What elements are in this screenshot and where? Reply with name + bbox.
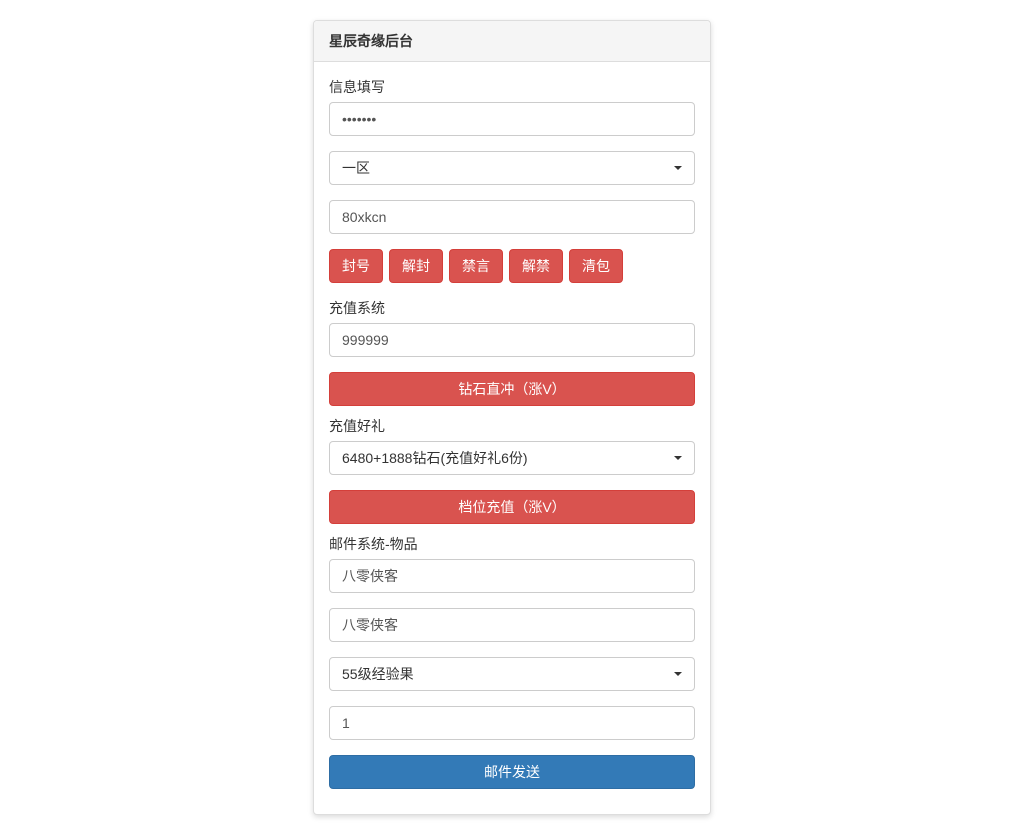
diamond-direct-button[interactable]: 钻石直冲（涨V） — [329, 372, 695, 406]
mute-button[interactable]: 禁言 — [449, 249, 503, 283]
admin-panel: 星辰奇缘后台 信息填写 一区 封号 解封 禁言 解禁 清包 充值系统 钻石直冲（… — [313, 20, 711, 815]
recharge-label: 充值系统 — [329, 298, 695, 318]
panel-title: 星辰奇缘后台 — [314, 21, 710, 62]
caret-down-icon — [674, 456, 682, 460]
mail-label: 邮件系统-物品 — [329, 534, 695, 554]
mail-field1-input[interactable] — [329, 559, 695, 593]
gift-dropdown[interactable]: 6480+1888钻石(充值好礼6份) — [329, 441, 695, 475]
panel-body: 信息填写 一区 封号 解封 禁言 解禁 清包 充值系统 钻石直冲（涨V） 充值好… — [314, 62, 710, 814]
recharge-amount-input[interactable] — [329, 323, 695, 357]
mail-item-selected-text: 55级经验果 — [342, 664, 414, 684]
unban-button[interactable]: 解封 — [389, 249, 443, 283]
ban-button[interactable]: 封号 — [329, 249, 383, 283]
info-label: 信息填写 — [329, 77, 695, 97]
mail-quantity-input[interactable] — [329, 706, 695, 740]
ban-button-group: 封号 解封 禁言 解禁 清包 — [329, 249, 695, 283]
unmute-button[interactable]: 解禁 — [509, 249, 563, 283]
tier-recharge-button[interactable]: 档位充值（涨V） — [329, 490, 695, 524]
clear-bag-button[interactable]: 清包 — [569, 249, 623, 283]
id-input[interactable] — [329, 200, 695, 234]
gift-selected-text: 6480+1888钻石(充值好礼6份) — [342, 448, 528, 468]
caret-down-icon — [674, 166, 682, 170]
gift-label: 充值好礼 — [329, 416, 695, 436]
zone-selected-text: 一区 — [342, 158, 370, 178]
caret-down-icon — [674, 672, 682, 676]
password-input[interactable] — [329, 102, 695, 136]
mail-send-button[interactable]: 邮件发送 — [329, 755, 695, 789]
mail-field2-input[interactable] — [329, 608, 695, 642]
mail-item-dropdown[interactable]: 55级经验果 — [329, 657, 695, 691]
zone-dropdown[interactable]: 一区 — [329, 151, 695, 185]
